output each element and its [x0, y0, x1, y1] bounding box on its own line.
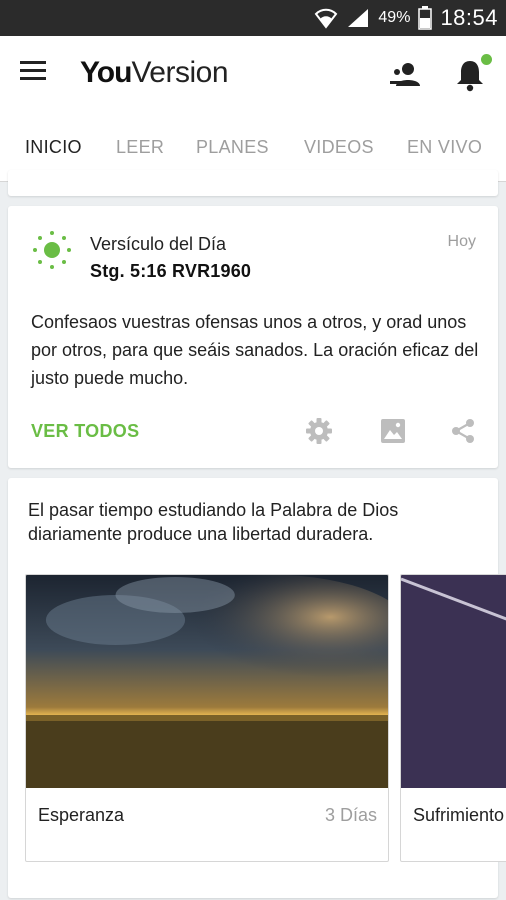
- verse-date: Hoy: [447, 233, 476, 250]
- share-icon[interactable]: [448, 416, 478, 446]
- youversion-logo: You Version: [80, 56, 229, 92]
- notifications-button[interactable]: [454, 54, 492, 94]
- notification-dot: [481, 54, 492, 65]
- reading-plans-card: El pasar tiempo estudiando la Palabra de…: [8, 478, 506, 898]
- image-icon[interactable]: [378, 416, 408, 446]
- plan-image: [401, 575, 506, 788]
- plan-card[interactable]: Sufrimiento: [400, 574, 506, 862]
- verse-text[interactable]: Confesaos vuestras ofensas unos a otros,…: [31, 308, 481, 392]
- clock: 18:54: [440, 5, 498, 30]
- previous-card: [8, 170, 498, 196]
- plan-duration: 3 Días: [324, 805, 377, 825]
- verse-of-the-day-title: Versículo del Día: [90, 234, 227, 254]
- battery-icon: [418, 6, 433, 30]
- friends-button[interactable]: [388, 58, 422, 92]
- battery-percentage: 49%: [378, 9, 411, 26]
- plans-description: El pasar tiempo estudiando la Palabra de…: [28, 500, 399, 544]
- status-bar: 49% 18:54: [0, 0, 506, 36]
- wifi-icon: [315, 8, 338, 29]
- logo-version: Version: [131, 56, 229, 89]
- signal-icon: [348, 9, 369, 27]
- logo-you: You: [80, 56, 132, 89]
- verse-of-the-day-card[interactable]: Versículo del Día Stg. 5:16 RVR1960 Hoy …: [8, 206, 498, 468]
- plan-name: Sufrimiento: [413, 805, 505, 825]
- menu-button[interactable]: [20, 60, 58, 90]
- sun-icon: [33, 231, 71, 269]
- menu-icon: [20, 61, 46, 80]
- notifications-icon: [457, 61, 483, 92]
- plan-image: [26, 575, 388, 788]
- verse-reference[interactable]: Stg. 5:16 RVR1960: [90, 261, 251, 282]
- view-all-button[interactable]: VER TODOS: [31, 421, 139, 442]
- friends-icon: [390, 63, 420, 86]
- app-bar: You Version: [0, 36, 506, 112]
- gear-icon[interactable]: [304, 416, 334, 446]
- plan-name: Esperanza: [38, 805, 125, 825]
- plan-card[interactable]: Esperanza 3 Días: [25, 574, 389, 862]
